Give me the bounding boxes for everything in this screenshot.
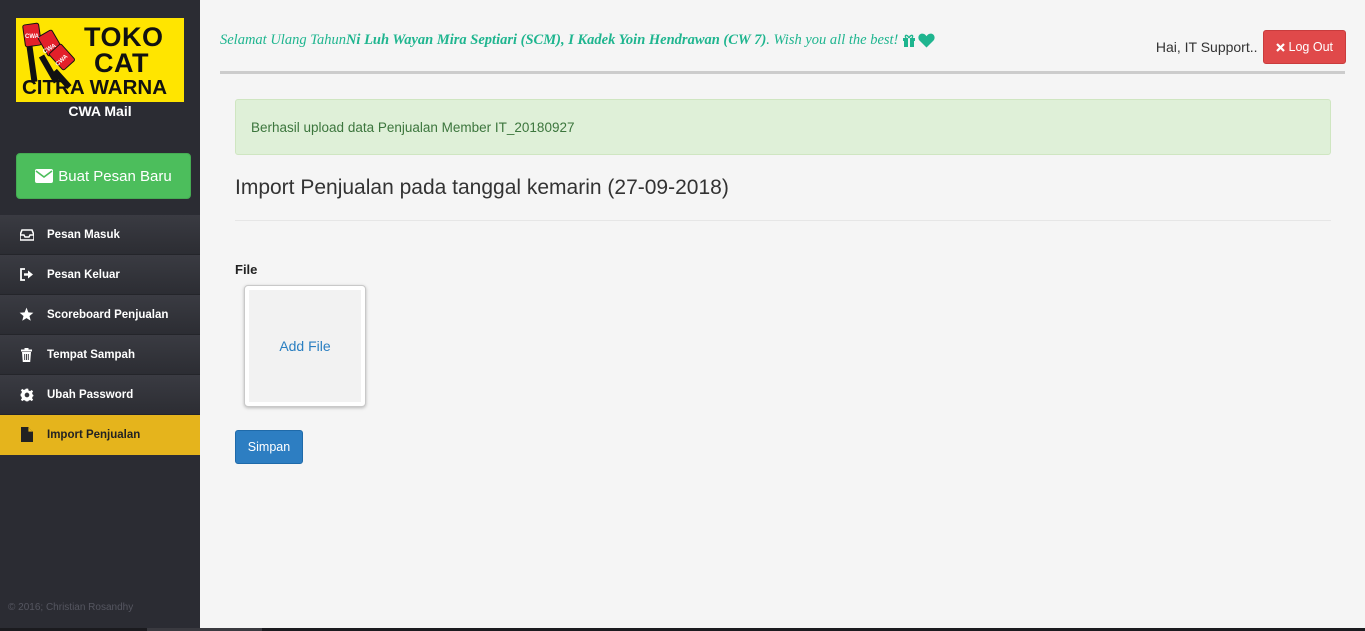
sidebar-item-pesan-keluar[interactable]: Pesan Keluar [0, 255, 200, 295]
trash-icon [18, 346, 35, 363]
star-icon [18, 306, 35, 323]
file-upload-dropzone[interactable]: Add File [249, 290, 361, 402]
success-alert: Berhasil upload data Penjualan Member IT… [235, 99, 1331, 155]
inbox-icon [18, 226, 35, 243]
heart-icon [918, 33, 935, 48]
compose-label: Buat Pesan Baru [58, 167, 172, 185]
sidebar-item-import-penjualan[interactable]: Import Penjualan [0, 415, 200, 455]
logo-text-citra-warna: CITRA WARNA [22, 76, 168, 99]
envelope-icon [35, 169, 54, 183]
file-field-label: File [235, 262, 258, 277]
greeting-prefix: Selamat Ulang Tahun [220, 32, 346, 48]
title-divider [235, 220, 1331, 221]
logout-label: Log Out [1288, 40, 1333, 54]
sidebar-item-label: Tempat Sampah [47, 348, 135, 361]
sidebar-item-label: Import Penjualan [47, 428, 141, 441]
copyright-footer: © 2016; Christian Rosandhy [8, 602, 134, 613]
gear-icon [18, 386, 35, 403]
app-name: CWA Mail [68, 103, 132, 119]
file-icon [18, 426, 35, 443]
add-file-link[interactable]: Add File [279, 338, 330, 354]
logo-text-cat: CAT [94, 48, 149, 78]
header-divider [220, 71, 1345, 74]
sidebar-item-pesan-masuk[interactable]: Pesan Masuk [0, 215, 200, 255]
logout-button[interactable]: Log Out [1262, 30, 1346, 64]
sidebar-nav: Pesan Masuk Pesan Keluar Scoreboard Penj… [0, 215, 200, 455]
sidebar-item-label: Scoreboard Penjualan [47, 308, 169, 321]
sidebar: CWA CWA CWA TOKO CAT CITRA WARNA CWA Mai… [0, 0, 200, 628]
logo-text-toko: TOKO [84, 22, 164, 52]
close-icon [1275, 42, 1285, 52]
sidebar-item-scoreboard-penjualan[interactable]: Scoreboard Penjualan [0, 295, 200, 335]
sign-out-icon [18, 266, 35, 283]
greeting-names: Ni Luh Wayan Mira Septiari (SCM), I Kade… [345, 32, 767, 48]
compose-button[interactable]: Buat Pesan Baru [16, 153, 191, 199]
greeting-suffix: . Wish you all the best! [766, 32, 899, 48]
page-title: Import Penjualan pada tanggal kemarin (2… [235, 176, 729, 199]
sidebar-item-label: Pesan Masuk [47, 228, 120, 241]
alert-text: Berhasil upload data Penjualan Member IT… [251, 119, 575, 135]
user-area: Hai, IT Support.. Log Out [1156, 30, 1346, 64]
sidebar-item-label: Ubah Password [47, 388, 134, 401]
gift-icon [903, 34, 916, 47]
file-upload-box[interactable]: Add File [244, 285, 366, 407]
sidebar-item-label: Pesan Keluar [47, 268, 120, 281]
user-greeting: Hai, IT Support.. [1155, 39, 1258, 55]
logo-badge-1: CWA [25, 34, 40, 40]
save-button[interactable]: Simpan [235, 430, 303, 464]
sidebar-item-tempat-sampah[interactable]: Tempat Sampah [0, 335, 200, 375]
sidebar-item-ubah-password[interactable]: Ubah Password [0, 375, 200, 415]
birthday-greeting: Selamat Ulang Tahun Ni Luh Wayan Mira Se… [220, 32, 935, 49]
brand-logo[interactable]: CWA CWA CWA TOKO CAT CITRA WARNA [16, 18, 184, 102]
